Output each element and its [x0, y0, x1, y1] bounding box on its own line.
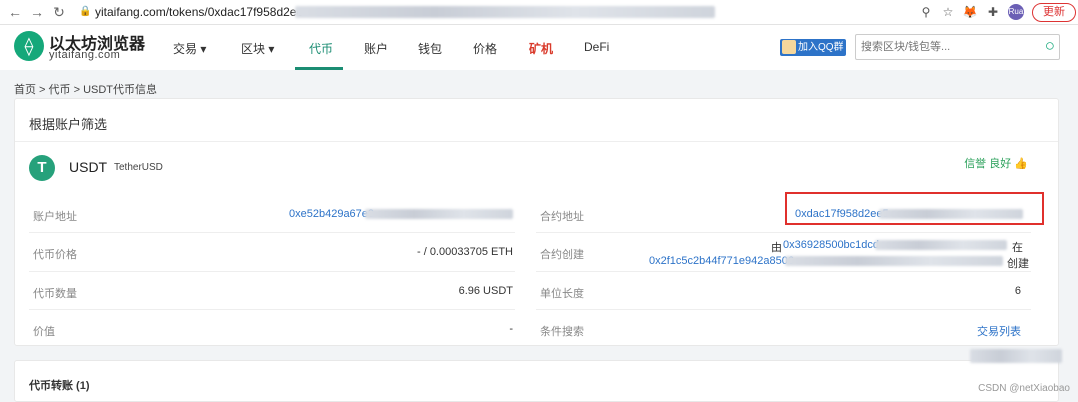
- nav-price[interactable]: 价格: [473, 40, 497, 57]
- ethereum-logo-icon[interactable]: ⟠: [14, 31, 44, 61]
- token-amount-value: 6.96 USDT: [458, 285, 513, 297]
- search-input[interactable]: [861, 38, 1031, 56]
- value-value: -: [509, 323, 513, 335]
- divider: [536, 271, 1031, 272]
- divider: [15, 141, 1058, 142]
- qq-icon: [782, 40, 796, 54]
- account-address-link[interactable]: 0xe52b429a67e3: [289, 208, 374, 220]
- browser-toolbar: ← → ↻ 🔒 yitaifang.com/tokens/0xdac17f958…: [0, 0, 1078, 25]
- condition-search-label: 条件搜索: [540, 326, 584, 338]
- account-address-label: 账户地址: [33, 211, 77, 223]
- redacted-address: [875, 240, 1007, 250]
- contract-creation-label: 合约创建: [540, 249, 584, 261]
- star-icon[interactable]: ☆: [940, 4, 956, 20]
- creation-suffix: 创建: [1007, 258, 1029, 270]
- redacted-url: [295, 6, 715, 18]
- tether-logo-icon: T: [29, 155, 55, 181]
- redacted-address: [365, 209, 513, 219]
- credit-rating: 信誉 良好 👍: [964, 158, 1028, 170]
- site-domain[interactable]: yitaifang.com: [49, 49, 120, 61]
- filter-title: 根据账户筛选: [29, 117, 108, 132]
- nav-defi[interactable]: DeFi: [584, 40, 609, 54]
- nav-wallet[interactable]: 钱包: [418, 40, 442, 57]
- back-icon[interactable]: ←: [6, 3, 24, 21]
- divider: [536, 309, 1031, 310]
- divider: [536, 232, 1031, 233]
- search-icon[interactable]: ○: [1045, 36, 1055, 56]
- join-qq-label: 加入QQ群: [798, 42, 844, 53]
- creation-prefix: 由: [771, 242, 782, 254]
- creation-in: 在: [1012, 242, 1023, 254]
- lock-icon: 🔒: [79, 6, 92, 17]
- token-name: TetherUSD: [114, 162, 163, 173]
- decimals-label: 单位长度: [540, 288, 584, 300]
- value-label: 价值: [33, 326, 55, 338]
- url-text[interactable]: yitaifang.com/tokens/0xdac17f958d2ee: [95, 5, 303, 19]
- creator-address-link[interactable]: 0x36928500bc1dcd: [783, 239, 879, 251]
- nav-tokens[interactable]: 代币: [309, 40, 333, 57]
- join-qq-button[interactable]: 加入QQ群: [780, 39, 846, 56]
- metamask-icon[interactable]: 🦊: [962, 4, 978, 20]
- token-symbol: USDT: [69, 159, 108, 175]
- redacted-tx: [785, 256, 1003, 266]
- contract-address-label: 合约地址: [540, 211, 584, 223]
- active-tab-indicator: [295, 67, 343, 70]
- transaction-list-link[interactable]: 交易列表: [977, 323, 1021, 339]
- watermark-blur: [970, 349, 1062, 363]
- nav-blocks[interactable]: 区块 ▾: [241, 40, 274, 57]
- token-info-card: 根据账户筛选 T USDT TetherUSD 信誉 良好 👍 账户地址 0xe…: [14, 98, 1059, 346]
- token-price-value: - / 0.00033705 ETH: [416, 246, 513, 258]
- nav-accounts[interactable]: 账户: [364, 40, 388, 57]
- creation-tx-link[interactable]: 0x2f1c5c2b44f771e942a8506: [649, 255, 794, 267]
- transfers-title: 代币转账 (1): [29, 380, 90, 392]
- token-price-label: 代币价格: [33, 249, 77, 261]
- breadcrumb[interactable]: 首页 > 代币 > USDT代币信息: [14, 81, 157, 97]
- site-header: ⟠ 以太坊浏览器 yitaifang.com 交易 ▾ 区块 ▾ 代币 账户 钱…: [0, 25, 1078, 70]
- watermark: CSDN @netXiaobao: [978, 383, 1070, 394]
- divider: [29, 309, 515, 310]
- location-icon[interactable]: ⚲: [918, 4, 934, 20]
- search-box: ○: [855, 34, 1060, 60]
- extensions-icon[interactable]: ✚: [985, 4, 1001, 20]
- decimals-value: 6: [1014, 285, 1021, 297]
- divider: [29, 271, 515, 272]
- transfers-card: 代币转账 (1): [14, 360, 1059, 402]
- update-button[interactable]: 更新: [1032, 3, 1076, 22]
- annotation-highlight-box: [785, 192, 1044, 225]
- divider: [29, 232, 515, 233]
- reload-icon[interactable]: ↻: [50, 3, 68, 21]
- profile-avatar[interactable]: Rua: [1008, 4, 1024, 20]
- token-amount-label: 代币数量: [33, 288, 77, 300]
- nav-miner[interactable]: 矿机: [529, 40, 553, 57]
- nav-transactions[interactable]: 交易 ▾: [173, 40, 206, 57]
- address-bar[interactable]: 🔒 yitaifang.com/tokens/0xdac17f958d2ee: [75, 2, 965, 23]
- forward-icon[interactable]: →: [28, 3, 46, 21]
